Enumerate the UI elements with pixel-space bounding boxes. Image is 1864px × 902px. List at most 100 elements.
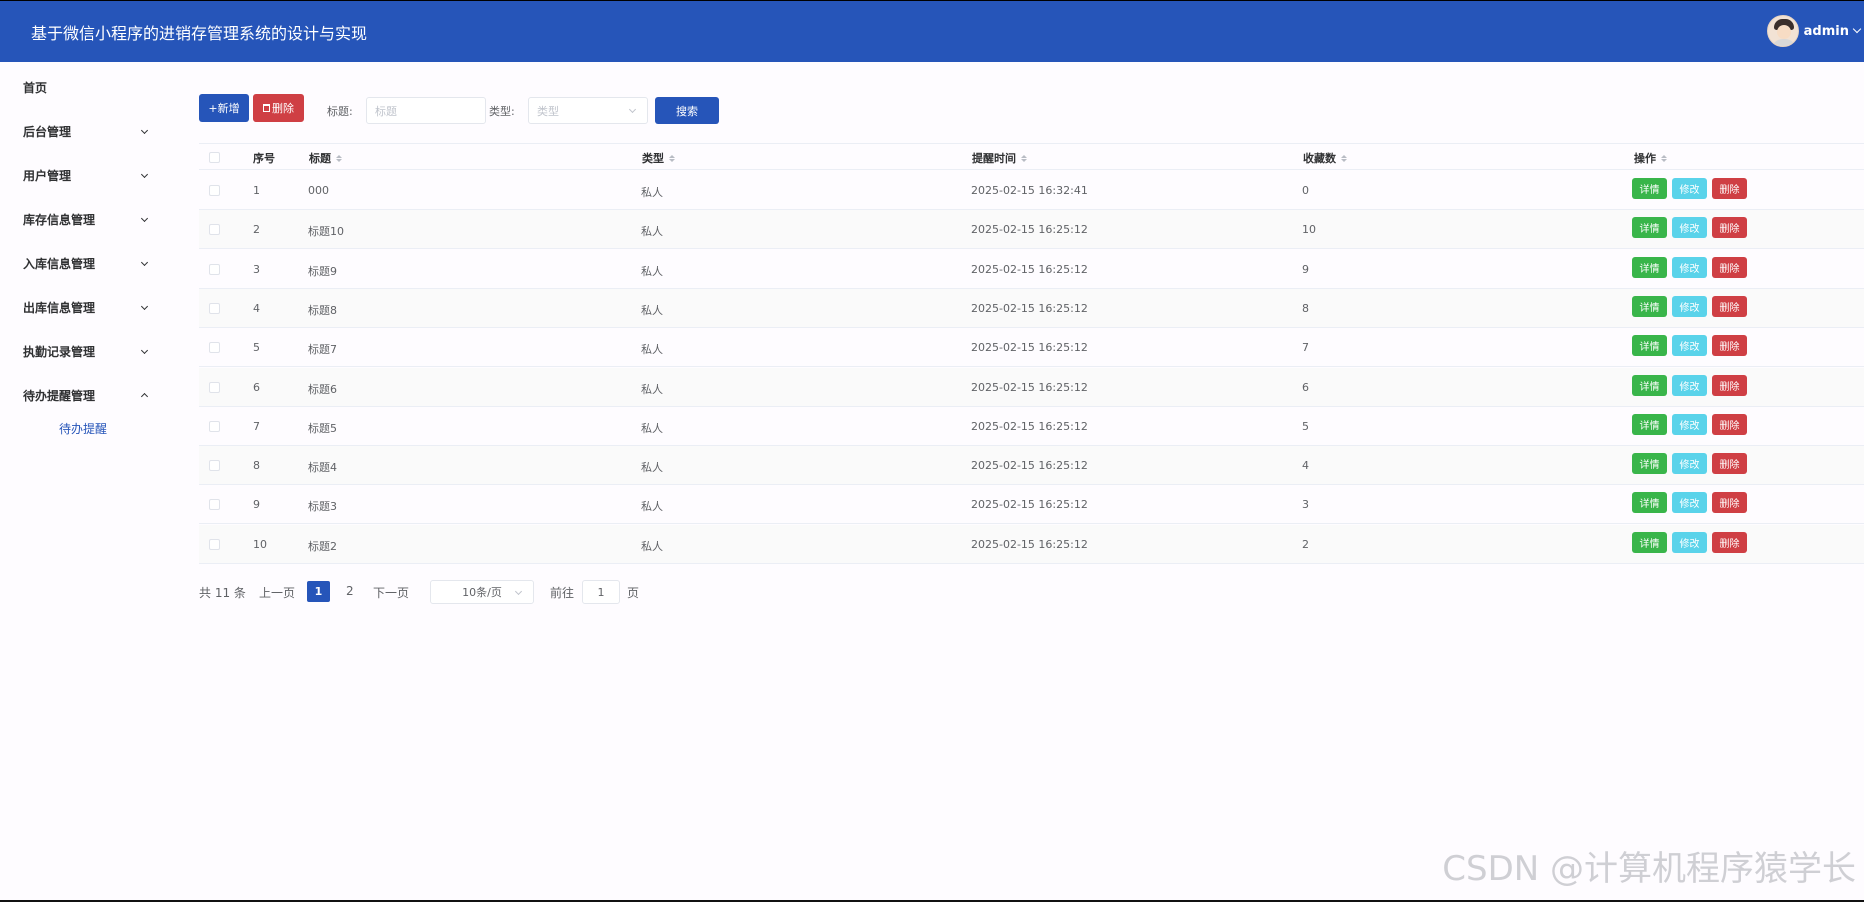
edit-button[interactable]: 修改	[1672, 374, 1707, 396]
cell-remind-time: 2025-02-15 16:25:12	[971, 341, 1088, 355]
delete-button[interactable]: 删除	[1712, 492, 1747, 514]
column-header-title[interactable]: 标题	[309, 150, 342, 166]
edit-button[interactable]: 修改	[1672, 492, 1707, 514]
row-checkbox[interactable]	[209, 224, 220, 236]
sidebar-item-home[interactable]: 首页	[0, 72, 165, 102]
chevron-down-icon	[514, 587, 523, 596]
edit-button[interactable]: 修改	[1672, 295, 1707, 317]
detail-button[interactable]: 详情	[1632, 295, 1667, 317]
delete-button[interactable]: 删除	[1712, 217, 1747, 239]
app-title: 基于微信小程序的进销存管理系统的设计与实现	[31, 24, 368, 43]
table-row: 4 标题8 私人 2025-02-15 16:25:12 8 详情 修改 删除	[199, 288, 1864, 328]
detail-button[interactable]: 详情	[1632, 453, 1667, 475]
cell-remind-time: 2025-02-15 16:25:12	[971, 459, 1088, 473]
delete-button[interactable]: 删除	[1712, 374, 1747, 396]
edit-button[interactable]: 修改	[1672, 335, 1707, 357]
type-select[interactable]: 类型	[528, 97, 648, 124]
edit-button[interactable]: 修改	[1672, 178, 1707, 199]
sidebar-item-duty[interactable]: 执勤记录管理	[0, 336, 165, 366]
delete-button[interactable]: 删除	[1712, 295, 1747, 317]
sidebar-item-users[interactable]: 用户管理	[0, 160, 165, 190]
sort-icon[interactable]	[1661, 154, 1667, 162]
delete-button[interactable]: 删除	[1712, 413, 1747, 435]
sidebar-item-stock-in[interactable]: 入库信息管理	[0, 248, 165, 278]
chevron-down-icon	[140, 170, 149, 179]
row-checkbox[interactable]	[209, 185, 220, 196]
row-checkbox[interactable]	[209, 460, 220, 472]
edit-button[interactable]: 修改	[1672, 453, 1707, 475]
select-all-checkbox[interactable]	[209, 152, 220, 163]
sidebar-subitem-todo-reminder[interactable]: 待办提醒	[59, 417, 159, 439]
pagination-next[interactable]: 下一页	[373, 584, 409, 601]
detail-button[interactable]: 详情	[1632, 217, 1667, 239]
sort-icon[interactable]	[336, 154, 342, 162]
table-row: 3 标题9 私人 2025-02-15 16:25:12 9 详情 修改 删除	[199, 250, 1864, 289]
user-menu[interactable]: admin	[1766, 15, 1864, 47]
pagination-page-2[interactable]: 2	[346, 584, 354, 598]
row-checkbox[interactable]	[209, 342, 220, 354]
edit-button[interactable]: 修改	[1672, 531, 1707, 553]
table-row: 10 标题2 私人 2025-02-15 16:25:12 2 详情 修改 删除	[199, 524, 1864, 564]
top-header: 基于微信小程序的进销存管理系统的设计与实现 admin	[0, 0, 1864, 62]
delete-button[interactable]: 删除	[1712, 453, 1747, 475]
cell-title: 标题4	[308, 461, 337, 475]
sort-icon[interactable]	[669, 154, 675, 162]
cell-remind-time: 2025-02-15 16:25:12	[971, 262, 1088, 276]
detail-button[interactable]: 详情	[1632, 335, 1667, 357]
cell-title: 标题9	[308, 264, 337, 278]
row-checkbox[interactable]	[209, 499, 220, 511]
page-size-select[interactable]: 10条/页	[430, 580, 534, 604]
detail-button[interactable]: 详情	[1632, 413, 1667, 435]
sidebar-item-stock-out[interactable]: 出库信息管理	[0, 292, 165, 322]
detail-button[interactable]: 详情	[1632, 492, 1667, 514]
sidebar-item-label: 用户管理	[23, 168, 72, 183]
detail-button[interactable]: 详情	[1632, 178, 1667, 199]
delete-button[interactable]: 删除	[1712, 256, 1747, 278]
cell-remind-time: 2025-02-15 16:25:12	[971, 301, 1088, 315]
title-filter-label: 标题:	[327, 105, 353, 118]
sidebar-item-inventory[interactable]: 库存信息管理	[0, 204, 165, 234]
type-select-placeholder: 类型	[537, 104, 559, 118]
search-button[interactable]: 搜索	[655, 97, 719, 124]
sidebar-item-label: 库存信息管理	[23, 212, 96, 227]
row-checkbox[interactable]	[209, 420, 220, 432]
sidebar-item-backend[interactable]: 后台管理	[0, 116, 165, 146]
batch-delete-button[interactable]: 删除	[253, 94, 304, 122]
edit-button[interactable]: 修改	[1672, 217, 1707, 239]
row-checkbox[interactable]	[209, 302, 220, 314]
delete-button[interactable]: 删除	[1712, 531, 1747, 553]
delete-button[interactable]: 删除	[1712, 335, 1747, 357]
column-header-actions[interactable]: 操作	[1634, 150, 1667, 166]
row-checkbox[interactable]	[209, 538, 220, 550]
sidebar-item-label: 出库信息管理	[23, 300, 96, 315]
detail-button[interactable]: 详情	[1632, 256, 1667, 278]
column-header-type[interactable]: 类型	[642, 150, 675, 166]
sort-icon[interactable]	[1021, 154, 1027, 162]
sort-icon[interactable]	[1341, 154, 1347, 162]
goto-page-suffix: 页	[627, 586, 640, 600]
edit-button[interactable]: 修改	[1672, 413, 1707, 435]
chevron-down-icon	[140, 126, 149, 135]
cell-favorites: 9	[1302, 262, 1309, 276]
edit-button[interactable]: 修改	[1672, 256, 1707, 278]
sidebar-item-todo[interactable]: 待办提醒管理	[0, 380, 165, 410]
detail-button[interactable]: 详情	[1632, 374, 1667, 396]
cell-type: 私人	[641, 343, 663, 357]
table-row: 5 标题7 私人 2025-02-15 16:25:12 7 详情 修改 删除	[199, 328, 1864, 368]
row-checkbox[interactable]	[209, 263, 220, 275]
row-checkbox[interactable]	[209, 381, 220, 393]
pagination-page-current[interactable]: 1	[307, 581, 330, 602]
column-header-remind-time[interactable]: 提醒时间	[972, 150, 1027, 166]
chevron-down-icon	[140, 258, 149, 267]
column-header-favorites[interactable]: 收藏数	[1303, 150, 1347, 166]
pagination-prev[interactable]: 上一页	[259, 584, 295, 601]
delete-button[interactable]: 删除	[1712, 178, 1747, 199]
title-search-input[interactable]: 标题	[366, 97, 486, 124]
detail-button[interactable]: 详情	[1632, 531, 1667, 553]
cell-title: 标题3	[308, 500, 337, 514]
batch-delete-label: 删除	[272, 102, 294, 115]
add-button[interactable]: +新增	[199, 94, 249, 122]
goto-page-input[interactable]: 1	[582, 580, 620, 604]
sidebar-item-label: 首页	[23, 80, 48, 95]
table-row: 1 000 私人 2025-02-15 16:32:41 0 详情 修改 删除	[199, 171, 1864, 210]
